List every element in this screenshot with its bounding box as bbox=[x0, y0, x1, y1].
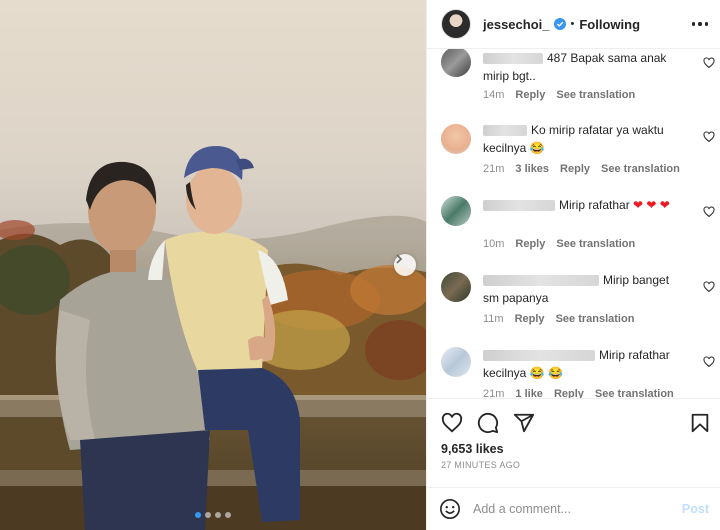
laughing-emoji-icon: 😂 bbox=[529, 141, 545, 155]
comment-time: 11m bbox=[483, 313, 504, 325]
carousel-dot bbox=[195, 512, 201, 518]
carousel-dot bbox=[225, 512, 231, 518]
comment-text: Ko mirip rafatar ya waktu kecilnya 😂 bbox=[483, 121, 687, 157]
reply-button[interactable]: Reply bbox=[515, 89, 545, 101]
comment-time: 21m bbox=[483, 163, 505, 175]
see-translation-button[interactable]: See translation bbox=[556, 313, 635, 325]
reply-button[interactable]: Reply bbox=[515, 313, 545, 325]
heart-icon[interactable] bbox=[441, 412, 463, 434]
comment-likes[interactable]: 3 likes bbox=[515, 163, 549, 175]
post-photo[interactable] bbox=[0, 0, 426, 530]
add-comment-bar: Post bbox=[427, 487, 720, 530]
carousel-indicator bbox=[0, 512, 426, 518]
author-avatar[interactable] bbox=[441, 9, 471, 39]
laughing-emoji-icon: 😂 😂 bbox=[529, 366, 563, 380]
see-translation-button[interactable]: See translation bbox=[556, 89, 635, 101]
commenter-avatar[interactable] bbox=[441, 347, 471, 377]
comment-meta: 21m 3 likes Reply See translation bbox=[483, 163, 680, 175]
commenter-avatar[interactable] bbox=[441, 196, 471, 226]
reply-button[interactable]: Reply bbox=[554, 388, 584, 398]
post-header: jessechoi_ • Following bbox=[427, 0, 720, 49]
comment-meta: 14m Reply See translation bbox=[483, 89, 635, 101]
comment-time: 10m bbox=[483, 238, 505, 250]
share-icon[interactable] bbox=[513, 412, 535, 434]
see-translation-button[interactable]: See translation bbox=[595, 388, 674, 398]
add-comment-input[interactable] bbox=[473, 502, 682, 516]
comment-like-heart-icon[interactable] bbox=[703, 131, 715, 143]
emoji-icon[interactable] bbox=[439, 498, 461, 520]
comment-text: Mirip rafathar kecilnya 😂 😂 bbox=[483, 346, 687, 382]
author-username[interactable]: jessechoi_ bbox=[483, 17, 550, 32]
post-timestamp[interactable]: 27 MINUTES AGO bbox=[441, 460, 520, 470]
comment-text: Mirip banget sm papanya bbox=[483, 271, 687, 307]
verified-badge-icon bbox=[553, 18, 566, 30]
comment-like-heart-icon[interactable] bbox=[703, 57, 715, 69]
commenter-avatar[interactable] bbox=[441, 272, 471, 302]
post-comment-button[interactable]: Post bbox=[682, 502, 709, 516]
comment-username-suffix: 487 bbox=[547, 51, 568, 65]
blurred-username bbox=[483, 275, 599, 287]
bookmark-icon[interactable] bbox=[689, 412, 711, 434]
commenter-avatar[interactable] bbox=[441, 124, 471, 154]
comment-like-heart-icon[interactable] bbox=[703, 356, 715, 368]
likes-count[interactable]: 9,653 likes bbox=[441, 442, 504, 456]
see-translation-button[interactable]: See translation bbox=[601, 163, 680, 175]
following-button[interactable]: Following bbox=[579, 17, 640, 32]
red-heart-emoji-icon: ❤ ❤ ❤ bbox=[633, 198, 670, 212]
more-options-icon[interactable] bbox=[691, 22, 708, 26]
comment-time: 21m bbox=[483, 388, 505, 398]
comment-like-heart-icon[interactable] bbox=[703, 281, 715, 293]
next-image-button[interactable] bbox=[394, 254, 416, 276]
comments-list[interactable]: 487 Bapak sama anak mirip bgt.. 14m Repl… bbox=[427, 49, 720, 398]
comment-body: Mirip rafathar bbox=[559, 198, 630, 212]
carousel-dot bbox=[215, 512, 221, 518]
comment-text: 487 Bapak sama anak mirip bgt.. bbox=[483, 49, 687, 85]
blurred-username bbox=[483, 125, 527, 137]
comment-likes[interactable]: 1 like bbox=[515, 388, 543, 398]
blurred-username bbox=[483, 350, 595, 362]
post-actions: 9,653 likes 27 MINUTES AGO bbox=[427, 398, 720, 494]
comment-text: Mirip rafathar ❤ ❤ ❤ bbox=[483, 196, 687, 214]
comment-time: 14m bbox=[483, 89, 505, 101]
commenter-avatar[interactable] bbox=[441, 49, 471, 77]
carousel-dot bbox=[205, 512, 211, 518]
chevron-right-icon bbox=[396, 254, 403, 264]
comment-like-heart-icon[interactable] bbox=[703, 206, 715, 218]
comment-meta: 10m Reply See translation bbox=[483, 238, 635, 250]
see-translation-button[interactable]: See translation bbox=[556, 238, 635, 250]
comment-meta: 11m Reply See translation bbox=[483, 313, 634, 325]
post-side-panel: jessechoi_ • Following 487 Bapak sama an… bbox=[426, 0, 720, 530]
photo-illustration bbox=[0, 145, 426, 530]
reply-button[interactable]: Reply bbox=[560, 163, 590, 175]
reply-button[interactable]: Reply bbox=[515, 238, 545, 250]
blurred-username bbox=[483, 200, 555, 212]
comment-icon[interactable] bbox=[477, 412, 499, 434]
blurred-username bbox=[483, 53, 543, 65]
separator-dot: • bbox=[570, 18, 575, 30]
comment-meta: 21m 1 like Reply See translation bbox=[483, 388, 674, 398]
